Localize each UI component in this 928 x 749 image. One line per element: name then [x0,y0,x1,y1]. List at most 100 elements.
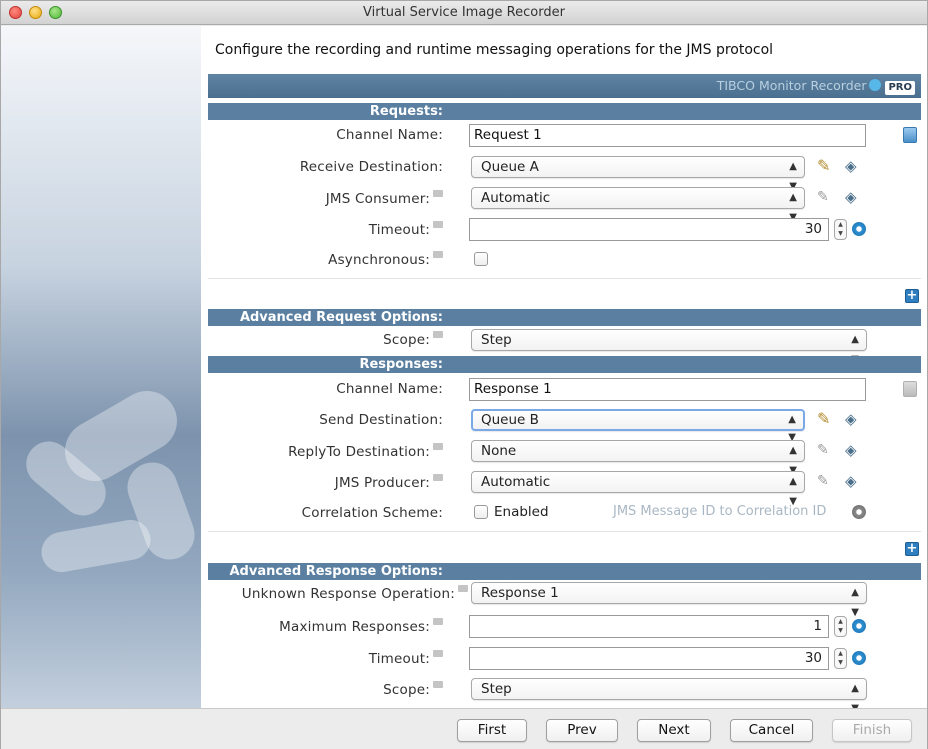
gear-icon[interactable] [852,651,866,665]
recorder-window: Virtual Service Image Recorder Configure… [0,0,928,749]
destination-lookup-icon[interactable]: ◈ [845,157,863,175]
replyto-destination-label-text: ReplyTo Destination: [288,444,430,460]
gear-icon [852,505,866,519]
banner-text: TIBCO Monitor Recorder [716,78,867,93]
jms-consumer-label: JMS Consumer: [326,190,443,207]
select-arrows-icon: ▲▼ [851,587,859,618]
receive-destination-value: Queue A [481,159,539,175]
edit-disabled-icon: ✎ [817,442,829,458]
zoom-window-button[interactable] [49,6,62,19]
expand-request-options-icon[interactable]: + [905,289,919,303]
pro-feature-icon [433,221,443,228]
request-timeout-stepper[interactable]: ▲ ▼ [834,219,847,240]
request-timeout-label: Timeout: [369,221,443,238]
correlation-enabled-checkbox[interactable] [474,505,488,519]
response-timeout-stepper[interactable]: ▲ ▼ [834,648,847,669]
pro-feature-icon [433,443,443,450]
next-button[interactable]: Next [637,719,711,742]
response-scope-label: Scope: [383,681,443,698]
document-icon[interactable] [903,127,917,143]
maximum-responses-label-text: Maximum Responses: [279,619,430,635]
advanced-response-header: Advanced Response Options: [208,563,921,580]
asynchronous-label: Asynchronous: [328,251,443,268]
response-timeout-input[interactable]: 30 [469,647,829,670]
producer-lookup-icon[interactable]: ◈ [845,472,863,490]
maximum-responses-input[interactable]: 1 [469,615,829,638]
request-scope-select[interactable]: Step▲▼ [471,329,867,365]
unknown-response-operation-label-text: Unknown Response Operation: [241,586,455,602]
jms-consumer-select[interactable]: Automatic▲▼ [471,187,805,223]
window-title: Virtual Service Image Recorder [363,5,565,20]
response-timeout-label-text: Timeout: [368,651,430,667]
requests-header: Requests: [208,103,921,120]
request-timeout-input[interactable]: 30 [469,218,829,241]
divider [208,278,921,279]
prev-button[interactable]: Prev [546,719,618,742]
pro-feature-icon [433,681,443,688]
receive-destination-label: Receive Destination: [299,159,443,175]
pro-feature-icon [433,474,443,481]
request-scope-label-text: Scope: [383,332,430,348]
correlation-scheme-label: Correlation Scheme: [301,505,443,521]
gear-icon [869,79,882,91]
asynchronous-checkbox[interactable] [474,252,488,266]
divider [208,531,921,532]
unknown-response-operation-value: Response 1 [481,585,559,601]
jms-producer-value: Automatic [481,474,551,490]
replyto-destination-label: ReplyTo Destination: [288,443,443,460]
pro-feature-icon [433,190,443,197]
send-destination-select[interactable]: Queue B ▲ ▼ [471,409,805,443]
requests-heading: Requests: [369,104,443,119]
request-timeout-label-text: Timeout: [368,222,430,238]
response-scope-value: Step [481,681,512,697]
edit-icon[interactable]: ✎ [817,410,835,428]
request-channel-name-label: Channel Name: [336,127,443,143]
pro-feature-icon [433,618,443,625]
unknown-response-operation-label: Unknown Response Operation: [242,585,468,602]
pro-feature-icon [433,251,443,258]
first-button[interactable]: First [457,719,527,742]
wizard-content: Configure the recording and runtime mess… [201,26,927,714]
pro-feature-icon [458,585,468,592]
jms-producer-select[interactable]: Automatic ▲ ▼ [471,471,805,507]
response-channel-name-input[interactable]: Response 1 [469,378,866,401]
replyto-destination-select[interactable]: None▲▼ [471,440,805,476]
consumer-lookup-icon[interactable]: ◈ [845,188,863,206]
gear-icon[interactable] [852,222,866,236]
cancel-button[interactable]: Cancel [730,719,813,742]
advanced-request-heading: Advanced Request Options: [239,310,443,325]
expand-response-options-icon[interactable]: + [905,542,919,556]
pro-badge: PRO [885,81,915,95]
maximum-responses-stepper[interactable]: ▲ ▼ [834,616,847,637]
responses-header: Responses: [208,356,921,373]
wizard-footer: First Prev Next Cancel Finish [1,708,927,749]
pro-feature-icon [433,650,443,657]
jms-producer-label: JMS Producer: [335,474,443,491]
edit-icon[interactable]: ✎ [817,157,835,175]
maximum-responses-label: Maximum Responses: [279,618,443,635]
send-destination-label: Send Destination: [319,412,443,428]
edit-disabled-icon: ✎ [817,473,829,489]
asynchronous-label-text: Asynchronous: [328,252,430,268]
response-timeout-label: Timeout: [369,650,443,667]
request-channel-name-input[interactable]: Request 1 [469,124,866,147]
send-destination-value: Queue B [481,412,539,428]
receive-destination-select[interactable]: Queue A▲▼ [471,156,805,192]
edit-disabled-icon: ✎ [817,189,829,205]
correlation-enabled-label: Enabled [494,504,549,520]
recorder-banner: TIBCO Monitor Recorder PRO [208,74,921,98]
close-window-button[interactable] [9,6,22,19]
replyto-lookup-icon[interactable]: ◈ [845,441,863,459]
gear-icon[interactable] [852,619,866,633]
document-icon [903,381,917,397]
response-channel-name-label: Channel Name: [336,381,443,397]
response-scope-select[interactable]: Step▲▼ [471,678,867,714]
jms-consumer-label-text: JMS Consumer: [325,191,430,207]
minimize-window-button[interactable] [29,6,42,19]
request-scope-value: Step [481,332,512,348]
responses-heading: Responses: [359,357,443,372]
unknown-response-operation-select[interactable]: Response 1 ▲ ▼ [471,582,867,618]
advanced-response-heading: Advanced Response Options: [229,564,443,579]
finish-button[interactable]: Finish [832,719,912,742]
destination-lookup-icon[interactable]: ◈ [845,410,863,428]
